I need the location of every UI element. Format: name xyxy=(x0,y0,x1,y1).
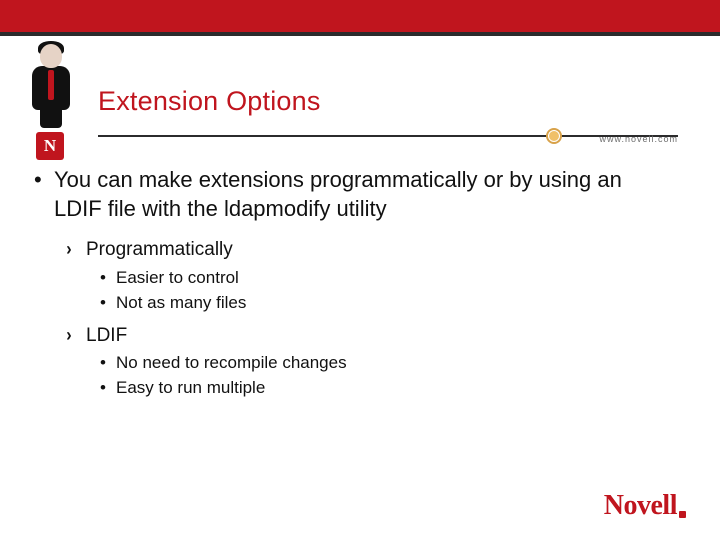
header-red-bar xyxy=(0,0,720,32)
bullet-sub-ldif: LDIF xyxy=(66,323,672,349)
bullet-main: You can make extensions programmatically… xyxy=(32,166,672,223)
slide: N Extension Options www.novell.com You c… xyxy=(0,0,720,540)
bullet-sub-programmatically-item: Easier to control xyxy=(100,267,672,290)
footer-novell-logo: Novell xyxy=(604,490,686,522)
bullet-sub-ldif-item: No need to recompile changes xyxy=(100,352,672,375)
rule-ornament-dot-icon xyxy=(549,131,559,141)
horizontal-rule xyxy=(98,135,678,137)
presenter-figure-icon xyxy=(26,40,74,130)
slide-body: You can make extensions programmatically… xyxy=(32,166,672,400)
footer-logo-text: Novell xyxy=(604,490,677,522)
badge-letter: N xyxy=(44,136,56,155)
bullet-sub-programmatically: Programmatically xyxy=(66,237,672,263)
title-underline xyxy=(98,128,678,144)
site-url-label: www.novell.com xyxy=(599,134,678,144)
header-dark-edge xyxy=(0,32,720,36)
novell-n-badge-icon: N xyxy=(36,132,64,160)
bullet-sub-ldif-item: Easy to run multiple xyxy=(100,377,672,400)
bullet-sub-programmatically-item: Not as many files xyxy=(100,292,672,315)
slide-title: Extension Options xyxy=(98,86,321,117)
footer-logo-dot-icon xyxy=(679,511,686,518)
